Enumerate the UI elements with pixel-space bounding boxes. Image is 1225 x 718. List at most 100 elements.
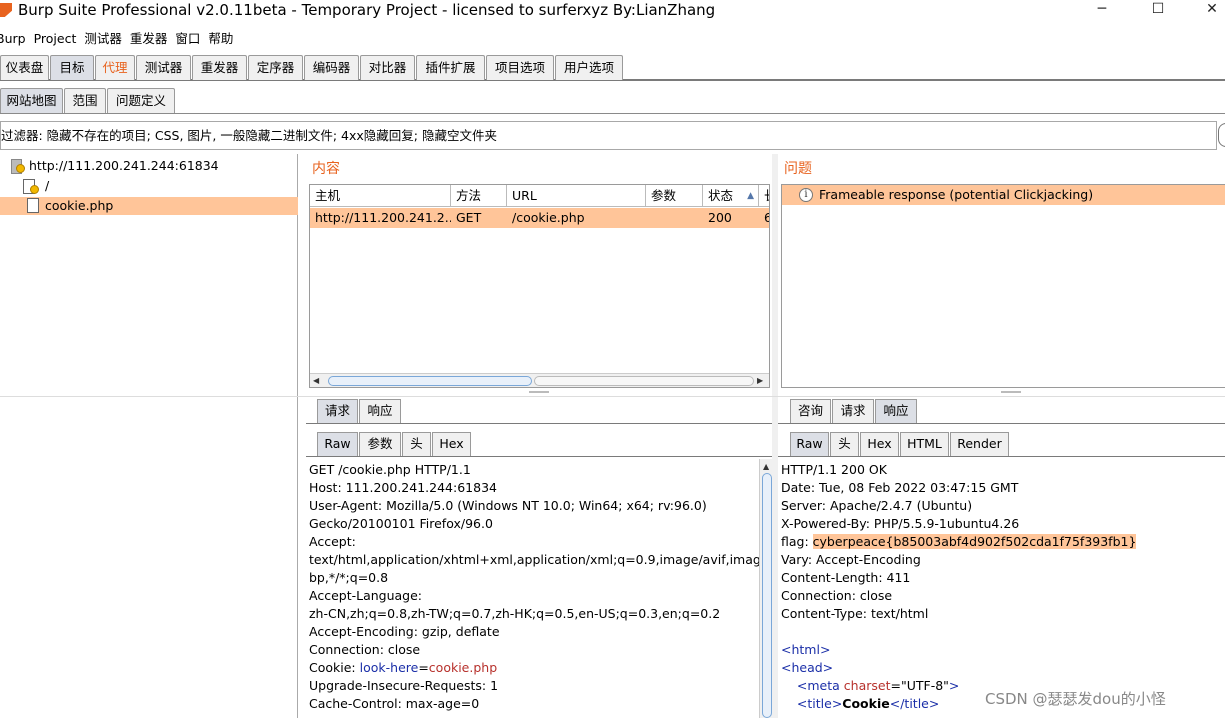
tab-raw[interactable]: Raw	[317, 432, 358, 456]
issues-list: i Frameable response (potential Clickjac…	[781, 184, 1225, 388]
tab-repeater[interactable]: 重发器	[192, 55, 247, 80]
request-line: Accept-Encoding: gzip, deflate	[309, 624, 500, 639]
tab-intruder[interactable]: 测试器	[136, 55, 191, 80]
menu-help[interactable]: 帮助	[208, 29, 233, 49]
tab-issue-definitions[interactable]: 问题定义	[107, 88, 175, 114]
request-line: bp,*/*;q=0.8	[309, 570, 389, 585]
tab-user-options[interactable]: 用户选项	[555, 55, 623, 80]
table-cell-url[interactable]: /cookie.php	[507, 208, 646, 228]
table-cell-length[interactable]: 6	[759, 208, 769, 228]
response-line: Content-Type: text/html	[781, 606, 929, 621]
tab-request[interactable]: 请求	[317, 399, 358, 423]
tab-hex[interactable]: Hex	[432, 432, 471, 456]
column-header-params[interactable]: 参数	[646, 185, 703, 207]
column-header-host[interactable]: 主机	[310, 185, 451, 207]
tab-comparer[interactable]: 对比器	[360, 55, 415, 80]
request-line: Host: 111.200.241.244:61834	[309, 480, 497, 495]
tree-item-label: cookie.php	[45, 198, 114, 213]
tab-extender[interactable]: 插件扩展	[416, 55, 485, 80]
title-bar: Burp Suite Professional v2.0.11beta - Te…	[0, 0, 1225, 22]
scroll-up-icon[interactable]: ▲	[763, 462, 769, 472]
status-dot-icon	[16, 164, 25, 173]
issue-item[interactable]: i Frameable response (potential Clickjac…	[782, 185, 1225, 205]
meta-tag-open: <meta	[796, 678, 844, 693]
request-text: GET /cookie.php HTTP/1.1 Host: 111.200.2…	[309, 461, 759, 713]
tab-proxy[interactable]: 代理	[95, 55, 135, 80]
tab-response[interactable]: 响应	[875, 399, 917, 423]
tab-request[interactable]: 请求	[832, 399, 874, 423]
tab-raw[interactable]: Raw	[790, 432, 829, 456]
tab-response[interactable]: 响应	[359, 399, 401, 423]
request-line: Upgrade-Insecure-Requests: 1	[309, 678, 499, 693]
flag-prefix: flag:	[781, 534, 813, 549]
tab-target[interactable]: 目标	[50, 55, 94, 80]
response-line: X-Powered-By: PHP/5.5.9-1ubuntu4.26	[781, 516, 1020, 531]
tab-sequencer[interactable]: 定序器	[248, 55, 303, 80]
horizontal-scrollbar[interactable]: ◀ ▶	[310, 373, 769, 387]
menu-project[interactable]: Project	[34, 29, 77, 49]
tab-hex[interactable]: Hex	[860, 432, 899, 456]
request-line: Connection: close	[309, 642, 421, 657]
filter-help-button[interactable]	[1218, 123, 1225, 147]
scrollbar-thumb[interactable]	[328, 376, 532, 386]
table-cell-method[interactable]: GET	[451, 208, 507, 228]
menu-window[interactable]: 窗口	[175, 29, 200, 49]
tree-root-node[interactable]: /	[0, 177, 298, 195]
tab-render[interactable]: Render	[950, 432, 1009, 456]
response-line: Date: Tue, 08 Feb 2022 03:47:15 GMT	[781, 480, 1019, 495]
request-line: zh-CN,zh;q=0.8,zh-TW;q=0.7,zh-HK;q=0.5,e…	[309, 606, 721, 621]
tree-host-node[interactable]: http://111.200.241.244:61834	[0, 157, 298, 175]
divider	[306, 423, 772, 424]
title-text: Cookie	[842, 696, 890, 711]
resize-grip[interactable]	[529, 391, 549, 393]
divider	[778, 456, 1225, 457]
response-editor[interactable]: HTTP/1.1 200 OK Date: Tue, 08 Feb 2022 0…	[778, 459, 1225, 718]
column-header-url[interactable]: URL	[507, 185, 646, 207]
scrollbar-track[interactable]	[534, 376, 754, 386]
tab-project-options[interactable]: 项目选项	[486, 55, 554, 80]
status-dot-icon	[30, 185, 39, 194]
tab-html[interactable]: HTML	[900, 432, 949, 456]
tab-params[interactable]: 参数	[359, 432, 401, 456]
cookie-name: look-here	[359, 660, 419, 675]
scrollbar-thumb[interactable]	[762, 473, 772, 718]
title-tag-open: <title>	[796, 696, 843, 711]
tab-headers[interactable]: 头	[402, 432, 431, 456]
tab-scope[interactable]: 范围	[64, 88, 106, 114]
issues-section-title: 问题	[784, 161, 812, 177]
content-table: 主机 方法 URL 参数 状态 ▲ 长 http://111.200.241.2…	[309, 184, 770, 388]
request-line: GET /cookie.php HTTP/1.1	[309, 462, 471, 477]
menu-burp[interactable]: Burp	[0, 29, 26, 49]
response-line: Server: Apache/2.4.7 (Ubuntu)	[781, 498, 973, 513]
divider	[0, 113, 1225, 114]
tab-headers[interactable]: 头	[830, 432, 859, 456]
resize-grip[interactable]	[1001, 391, 1021, 393]
column-header-length[interactable]: 长	[759, 185, 769, 207]
maximize-button[interactable]: ☐	[1138, 0, 1178, 20]
request-line: User-Agent: Mozilla/5.0 (Windows NT 10.0…	[309, 498, 707, 513]
burp-logo-icon	[0, 3, 12, 17]
menu-repeater[interactable]: 重发器	[130, 29, 168, 49]
table-cell-status[interactable]: 200	[703, 208, 759, 228]
tab-advisory[interactable]: 咨询	[790, 399, 831, 423]
main-tab-bar: 仪表盘 目标 代理 测试器 重发器 定序器 编码器 对比器 插件扩展 项目选项 …	[0, 54, 1225, 81]
column-header-method[interactable]: 方法	[451, 185, 507, 207]
close-button[interactable]: ✕	[1192, 0, 1225, 20]
meta-tag-close: >	[948, 678, 960, 693]
table-cell-host[interactable]: http://111.200.241.2...	[310, 208, 451, 228]
menu-intruder[interactable]: 测试器	[84, 29, 122, 49]
filter-bar[interactable]: 过滤器: 隐藏不存在的项目; CSS, 图片, 一般隐藏二进制文件; 4xx隐藏…	[0, 121, 1217, 150]
content-section-title: 内容	[312, 161, 340, 177]
tab-decoder[interactable]: 编码器	[304, 55, 359, 80]
scroll-left-icon[interactable]: ◀	[313, 376, 319, 386]
request-editor[interactable]: GET /cookie.php HTTP/1.1 Host: 111.200.2…	[306, 459, 759, 718]
column-header-status[interactable]: 状态 ▲	[703, 185, 759, 207]
tree-cookie-node[interactable]: cookie.php	[0, 197, 298, 215]
request-vertical-scrollbar[interactable]: ▲	[759, 459, 773, 718]
scroll-right-icon[interactable]: ▶	[757, 376, 763, 386]
tab-site-map[interactable]: 网站地图	[0, 88, 63, 114]
tab-dashboard[interactable]: 仪表盘	[0, 55, 49, 80]
table-cell-params[interactable]	[646, 208, 703, 228]
request-line: Cache-Control: max-age=0	[309, 696, 480, 711]
minimize-button[interactable]: ─	[1082, 0, 1122, 20]
